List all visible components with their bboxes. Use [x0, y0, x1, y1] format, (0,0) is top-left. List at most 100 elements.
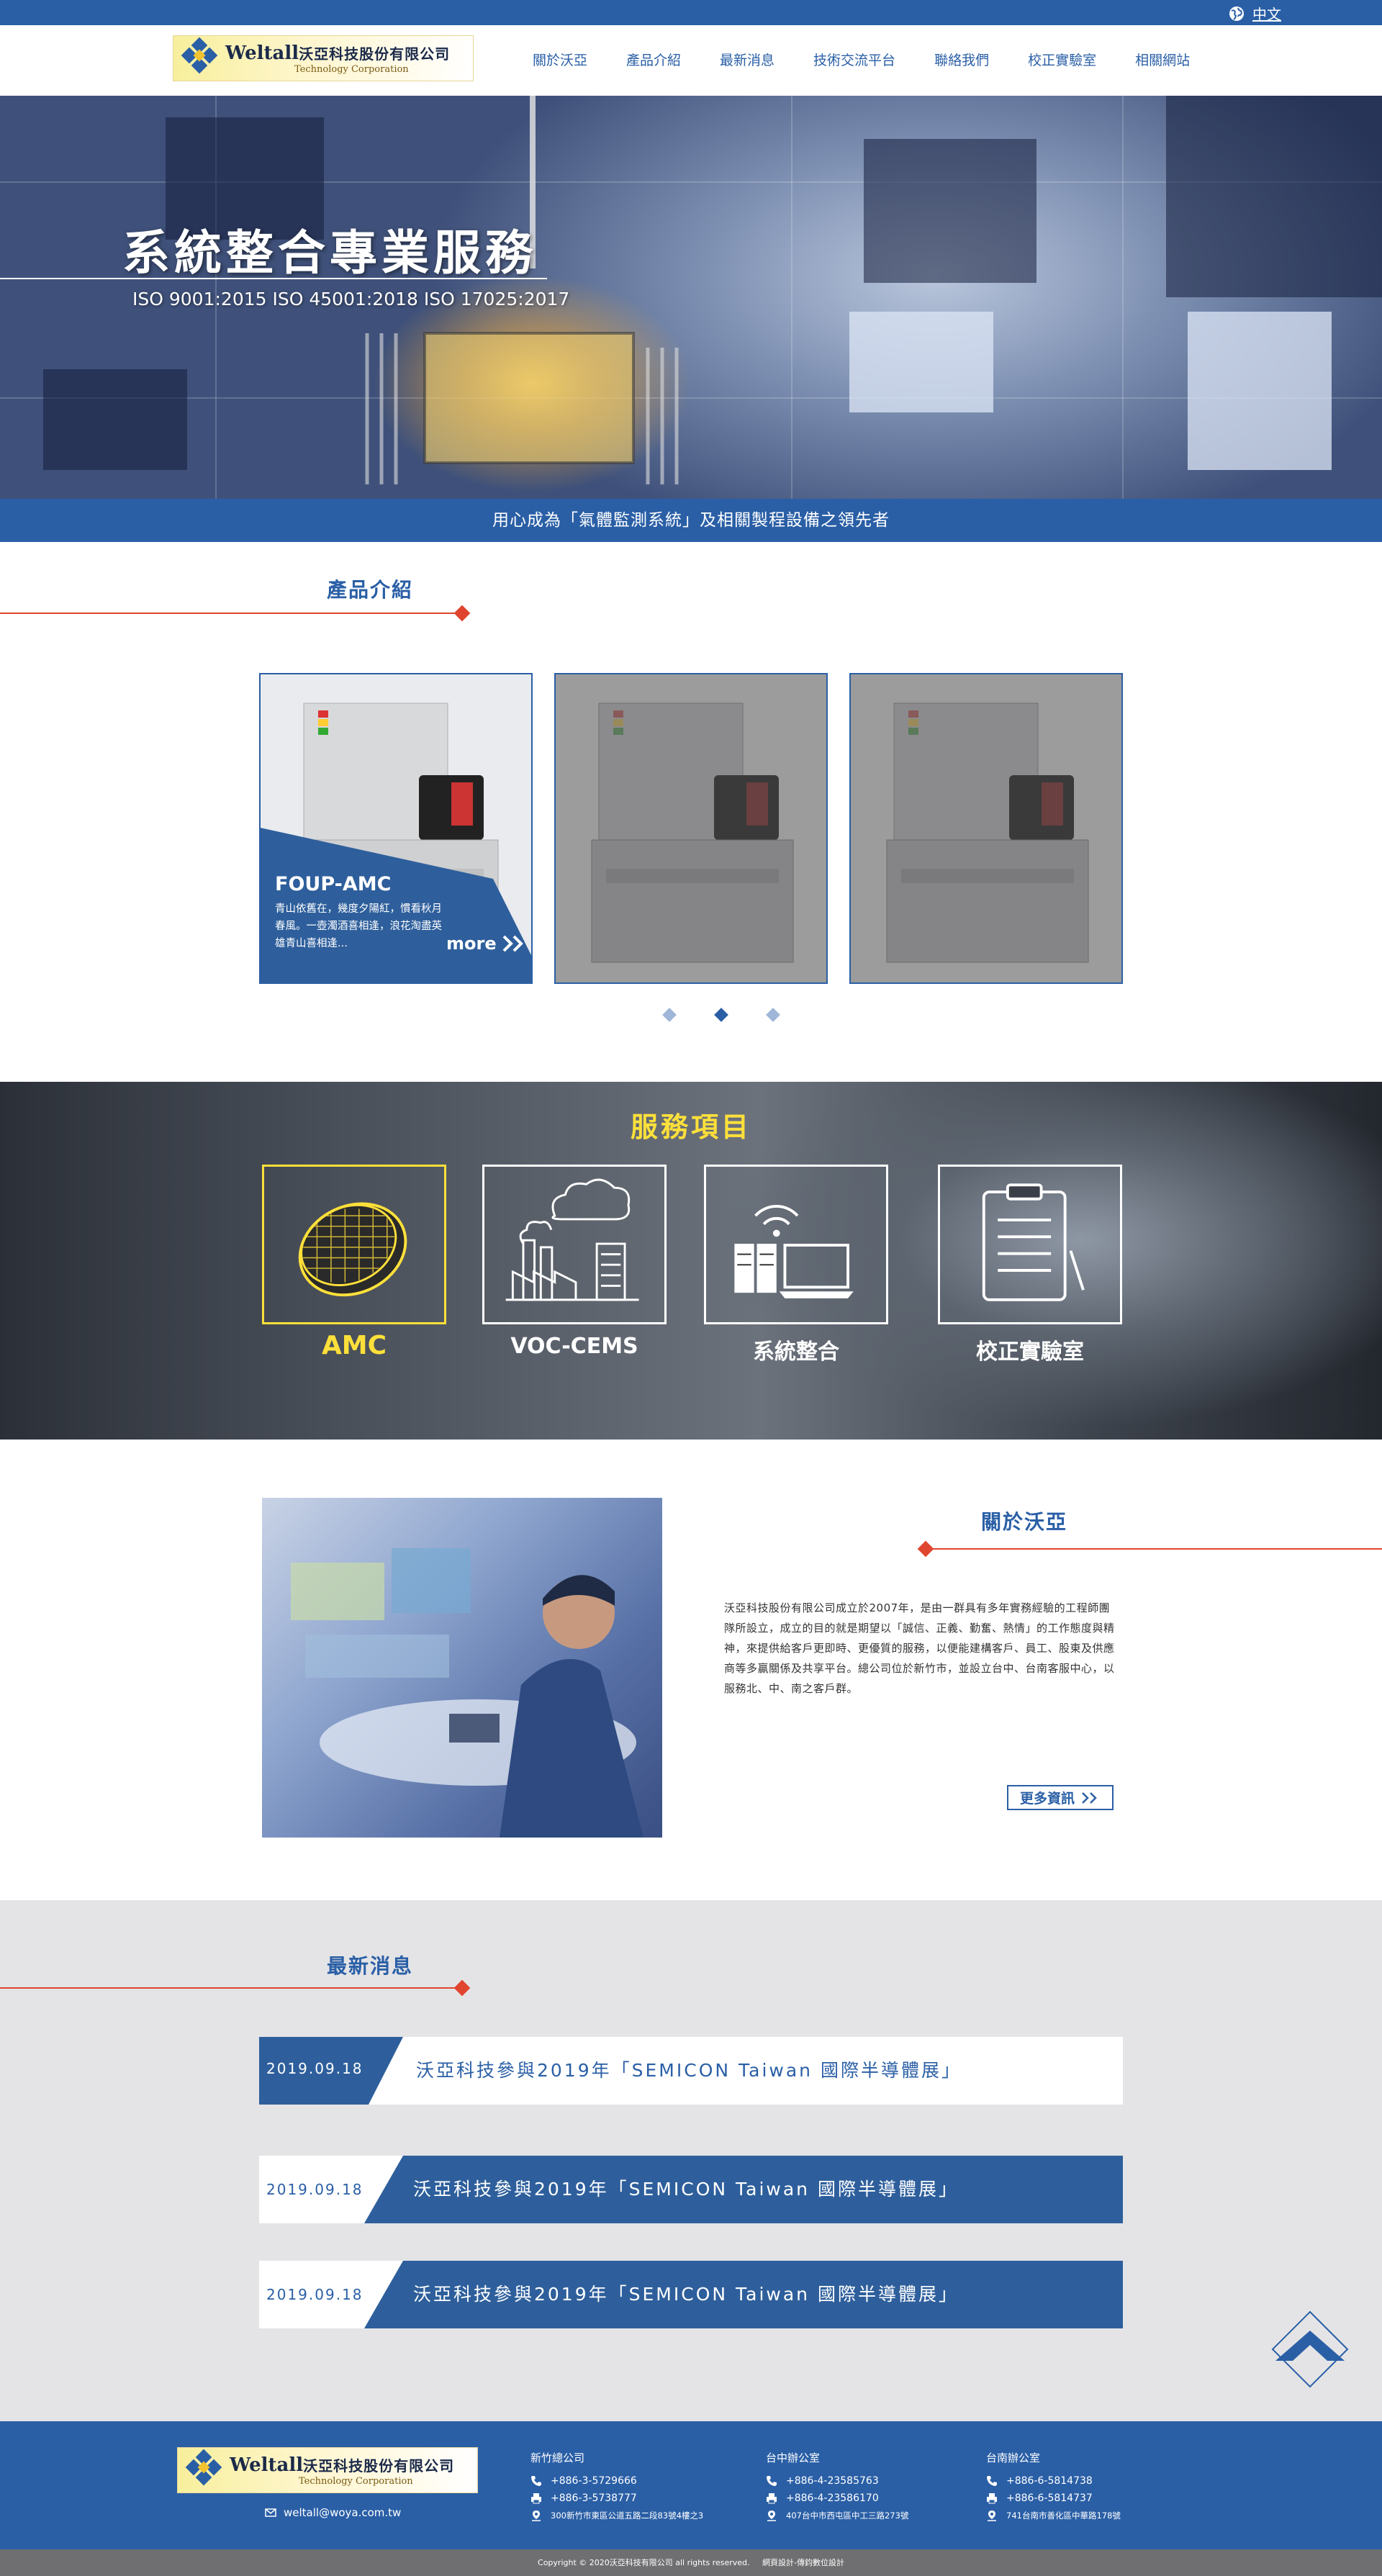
logo-mark-icon [181, 37, 218, 74]
footer-logo[interactable]: Weltall沃亞科技股份有限公司 Technology Corporation [177, 2447, 478, 2493]
service-amc[interactable] [262, 1165, 446, 1324]
footer-office-hsinchu: 新竹總公司 +886-3-5729666 +886-3-5738777 300新… [530, 2450, 703, 2524]
news-headline: 沃亞科技參與2019年「SEMICON Taiwan 國際半導體展」 [416, 2060, 962, 2081]
product-card-2[interactable] [554, 673, 828, 984]
factory-icon [505, 1178, 639, 1301]
product-description: 青山依舊在，幾度夕陽紅，慣看秋月春風。一壺濁酒喜相逢，浪花淘盡英雄青山喜相逢..… [275, 903, 442, 949]
service-label-system-integration[interactable]: 系統整合 [704, 1334, 888, 1365]
news-date: 2019.09.18 [266, 2181, 363, 2198]
office-name: 台南辦公室 [986, 2451, 1041, 2464]
engineer-photo [291, 1548, 643, 1838]
products-title-line [0, 613, 461, 614]
news-title: 最新消息 [327, 1954, 414, 1978]
nav-contact[interactable]: 聯絡我們 [934, 50, 989, 69]
carousel-dot-3[interactable] [766, 1008, 780, 1022]
language-label: 中文 [1252, 6, 1281, 23]
hero-divider [0, 278, 547, 279]
office-fax: +886-6-5814737 [1006, 2493, 1093, 2504]
logo-mark-icon [185, 2449, 222, 2486]
news-headline: 沃亞科技參與2019年「SEMICON Taiwan 國際半導體展」 [413, 2284, 959, 2305]
designer-credit[interactable]: 網頁設計-傳鈞數位設計 [762, 2558, 844, 2567]
fax-icon [987, 2493, 997, 2504]
fax-icon [531, 2493, 541, 2504]
product-machine-image [591, 702, 794, 963]
service-label-voc-cems[interactable]: VOC-CEMS [482, 1334, 667, 1359]
location-icon [988, 2511, 996, 2521]
office-address: 407台中市西屯區中工三路273號 [786, 2511, 909, 2521]
copyright-bar: Copyright © 2020沃亞科技有限公司 all rights rese… [0, 2549, 1382, 2576]
news-date: 2019.09.18 [266, 2060, 363, 2077]
office-address: 300新竹市東區公道五路二段83號4樓之3 [551, 2511, 704, 2521]
header: Weltall沃亞科技股份有限公司 Technology Corporation… [0, 25, 1382, 96]
nav-calibration-lab[interactable]: 校正實驗室 [1028, 50, 1096, 69]
network-devices-icon [734, 1205, 854, 1298]
hero-iso-subtitle: ISO 9001:2015 ISO 45001:2018 ISO 17025:2… [132, 289, 570, 309]
footer-office-taichung: 台中辦公室 +886-4-23585763 +886-4-23586170 40… [766, 2450, 908, 2524]
wafer-icon [298, 1202, 407, 1297]
top-bar: 中文 [0, 0, 1382, 25]
product-more-link[interactable]: more [446, 934, 525, 954]
service-label-amc[interactable]: AMC [262, 1331, 446, 1360]
location-icon [532, 2511, 541, 2521]
nav-news[interactable]: 最新消息 [720, 50, 774, 69]
location-icon [767, 2511, 776, 2521]
logo-zh-text: 沃亞科技股份有限公司 [303, 2457, 455, 2475]
office-fax: +886-4-23586170 [786, 2493, 879, 2504]
news-title-line [0, 1987, 461, 1989]
site-logo[interactable]: Weltall沃亞科技股份有限公司 Technology Corporation [173, 35, 474, 81]
about-text: 沃亞科技股份有限公司成立於2007年，是由一群具有多年實務經驗的工程師團隊所設立… [724, 1601, 1115, 1695]
hero-title: 系統整合專業服務 [122, 225, 537, 281]
phone-icon [531, 2476, 541, 2486]
footer-office-tainan: 台南辦公室 +886-6-5814738 +886-6-5814737 741台… [986, 2450, 1121, 2524]
language-switch[interactable]: 中文 [1228, 3, 1281, 24]
fax-icon [767, 2493, 777, 2504]
hero-banner: 系統整合專業服務 ISO 9001:2015 ISO 45001:2018 IS… [0, 96, 1382, 499]
phone-icon [987, 2476, 997, 2486]
about-image [262, 1498, 662, 1838]
phone-icon [767, 2476, 777, 2486]
nav-tech-platform[interactable]: 技術交流平台 [813, 50, 895, 69]
office-tel: +886-6-5814738 [1006, 2475, 1093, 2487]
slogan-bar: 用心成為「氣體監測系統」及相關製程設備之領先者 [0, 499, 1382, 542]
services-section: 服務項目 AMC VOC-CEMS 系統整合 校正實驗室 [0, 1082, 1382, 1440]
copyright-text: Copyright © 2020沃亞科技有限公司 all rights rese… [538, 2558, 750, 2567]
office-tel: +886-4-23585763 [786, 2475, 879, 2487]
service-label-calibration-lab[interactable]: 校正實驗室 [938, 1334, 1122, 1365]
news-item-1[interactable]: 2019.09.18 沃亞科技參與2019年「SEMICON Taiwan 國際… [259, 2037, 1123, 2105]
double-chevron-right-icon [502, 935, 523, 952]
office-name: 新竹總公司 [530, 2451, 585, 2464]
footer-email[interactable]: weltall@woya.com.tw [265, 2506, 401, 2519]
carousel-dot-2[interactable] [714, 1008, 728, 1022]
news-date: 2019.09.18 [266, 2286, 363, 2303]
office-tel: +886-3-5729666 [551, 2475, 637, 2487]
news-item-2[interactable]: 2019.09.18 沃亞科技參與2019年「SEMICON Taiwan 國際… [259, 2156, 1123, 2223]
news-headline: 沃亞科技參與2019年「SEMICON Taiwan 國際半導體展」 [413, 2179, 959, 2200]
office-name: 台中辦公室 [766, 2451, 821, 2464]
carousel-dot-1[interactable] [662, 1008, 677, 1022]
nav-related-sites[interactable]: 相關網站 [1135, 50, 1190, 69]
about-more-button[interactable]: 更多資訊 [1007, 1785, 1114, 1810]
logo-sub-text: Technology Corporation [299, 2475, 413, 2487]
product-machine-image [886, 702, 1089, 963]
back-to-top-icon[interactable] [1270, 2309, 1350, 2390]
service-calibration-lab[interactable] [938, 1165, 1122, 1324]
product-card-3[interactable] [849, 673, 1123, 984]
product-name: FOUP-AMC [275, 873, 392, 895]
clipboard-icon [982, 1183, 1085, 1301]
main-nav: 關於沃亞 產品介紹 最新消息 技術交流平台 聯絡我們 校正實驗室 相關網站 [533, 50, 1229, 69]
nav-about[interactable]: 關於沃亞 [533, 50, 587, 69]
service-voc-cems[interactable] [482, 1165, 667, 1324]
nav-products[interactable]: 產品介紹 [626, 50, 681, 69]
logo-en-text: Weltall [225, 42, 299, 64]
footer: Weltall沃亞科技股份有限公司 Technology Corporation… [0, 2421, 1382, 2549]
footer-email-text: weltall@woya.com.tw [284, 2506, 402, 2519]
products-title: 產品介紹 [327, 578, 414, 602]
logo-zh-text: 沃亞科技股份有限公司 [299, 45, 451, 63]
service-system-integration[interactable] [704, 1165, 888, 1324]
news-item-3[interactable]: 2019.09.18 沃亞科技參與2019年「SEMICON Taiwan 國際… [259, 2261, 1123, 2328]
logo-sub-text: Technology Corporation [294, 63, 409, 75]
globe-icon [1229, 6, 1244, 21]
office-fax: +886-3-5738777 [551, 2493, 637, 2504]
product-card-featured[interactable]: FOUP-AMC 青山依舊在，幾度夕陽紅，慣看秋月春風。一壺濁酒喜相逢，浪花淘盡… [259, 673, 533, 984]
logo-en-text: Weltall [230, 2454, 304, 2476]
